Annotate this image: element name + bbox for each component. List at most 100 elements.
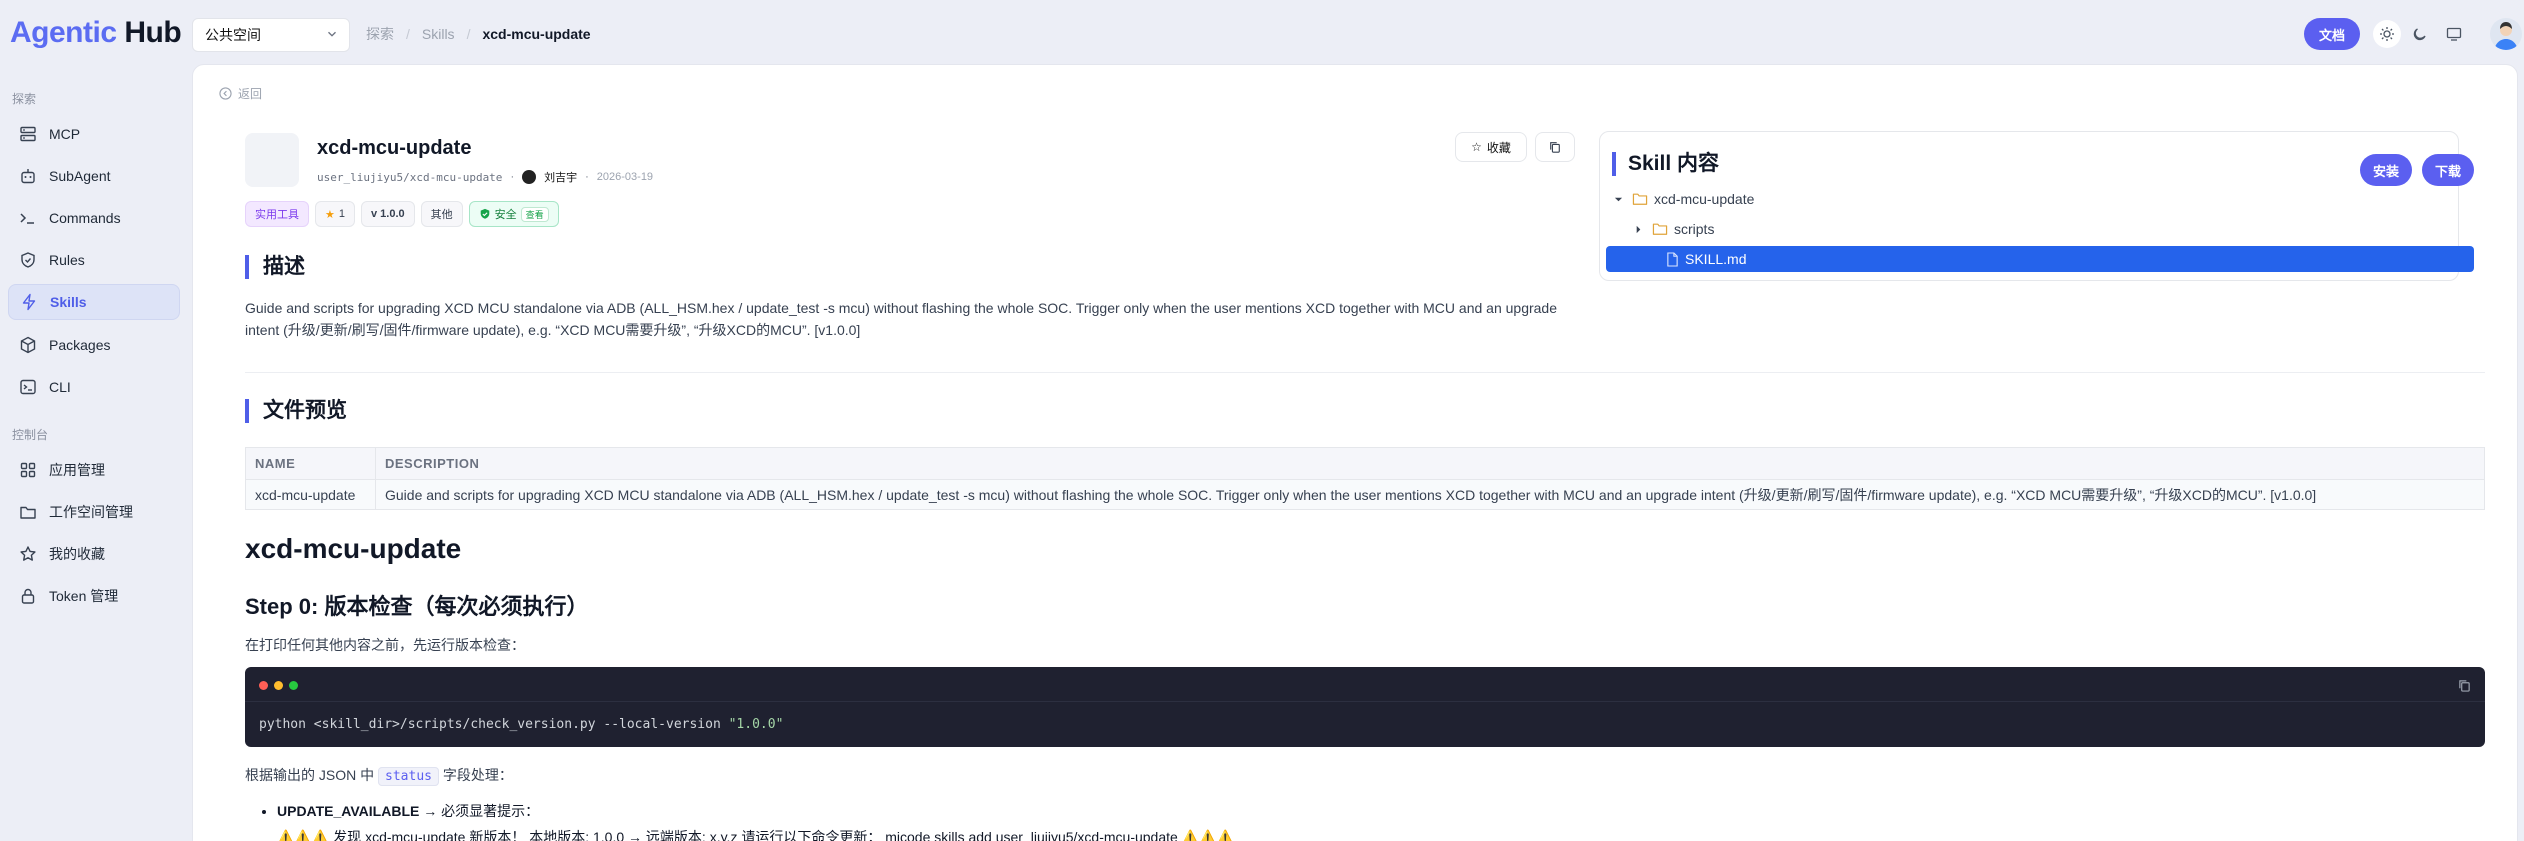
caret-right-icon — [1630, 225, 1646, 234]
code-copy-button[interactable] — [2458, 679, 2471, 695]
tree-item-skill-md[interactable]: SKILL.md — [1606, 246, 2474, 272]
lightning-icon — [22, 293, 36, 311]
column-header-name: NAME — [245, 447, 376, 480]
copy-icon — [1550, 142, 1560, 153]
shield-check-icon — [480, 208, 489, 219]
main-panel: 返回 xcd-mcu-update user_liujiyu5/xcd-mcu-… — [192, 64, 2518, 841]
star-outline-icon: ☆ — [1471, 140, 1482, 154]
workspace-select[interactable]: 公共空间 — [192, 18, 350, 52]
breadcrumb: 探索 / Skills / xcd-mcu-update — [366, 24, 591, 44]
divider — [245, 372, 2485, 373]
file-preview-table: NAME DESCRIPTION xcd-mcu-update Guide an… — [245, 447, 2485, 510]
column-header-description: DESCRIPTION — [375, 447, 2485, 480]
caret-down-icon — [1610, 195, 1626, 204]
author-avatar-icon — [522, 170, 537, 184]
file-preview-heading: 文件预览 — [245, 399, 347, 423]
sidebar-item-rules[interactable]: Rules — [8, 242, 180, 278]
markdown-list: UPDATE_AVAILABLE → 必须显著提示： ⚠️⚠️⚠️ 发现 xcd… — [277, 801, 1234, 841]
stars-tag: ★ 1 — [315, 201, 355, 227]
shield-icon — [21, 252, 35, 268]
skill-author[interactable]: 刘吉宇 — [544, 169, 577, 185]
sidebar-item-cli[interactable]: CLI — [8, 369, 180, 405]
terminal-prompt-icon — [20, 213, 34, 224]
markdown-paragraph: 在打印任何其他内容之前，先运行版本检查： — [245, 637, 525, 653]
sidebar-item-mcp[interactable]: MCP — [8, 116, 180, 152]
sidebar-item-favorites[interactable]: 我的收藏 — [8, 536, 180, 572]
user-icon — [2494, 22, 2518, 50]
system-theme-button[interactable] — [2440, 20, 2468, 48]
download-button[interactable]: 下载 — [2422, 154, 2474, 186]
install-button[interactable]: 安装 — [2360, 154, 2412, 186]
tree-item-scripts[interactable]: scripts — [1606, 216, 2474, 242]
skill-path: user_liujiyu5/xcd-mcu-update — [317, 170, 503, 184]
file-icon — [1667, 251, 1678, 267]
folder-icon — [20, 506, 36, 519]
chevron-down-icon — [328, 31, 336, 37]
category-tag[interactable]: 实用工具 — [245, 201, 309, 227]
version-tag: v 1.0.0 — [361, 201, 415, 227]
top-header: Agentic Hub 公共空间 探索 / Skills / xcd-mcu-u… — [0, 0, 2524, 66]
folder-icon — [1652, 223, 1668, 235]
user-avatar[interactable] — [2490, 18, 2522, 50]
table-row: xcd-mcu-update Guide and scripts for upg… — [245, 479, 2485, 510]
skill-thumbnail — [245, 133, 299, 187]
app-logo[interactable]: Agentic Hub — [10, 16, 182, 50]
sidebar-item-packages[interactable]: Packages — [8, 327, 180, 363]
sidebar-group-console: 控制台 — [12, 428, 49, 442]
sidebar-item-subagent[interactable]: SubAgent — [8, 158, 180, 194]
sidebar-item-app-management[interactable]: 应用管理 — [8, 452, 180, 488]
sun-icon — [2380, 27, 2394, 41]
markdown-h1: xcd-mcu-update — [245, 533, 462, 564]
robot-icon — [21, 169, 35, 184]
code-content: python <skill_dir>/scripts/check_version… — [259, 717, 784, 732]
grid-icon — [20, 462, 36, 478]
monitor-icon — [2446, 27, 2462, 41]
lock-icon — [21, 588, 35, 604]
skill-tags: 实用工具 ★ 1 v 1.0.0 其他 安全 查看 — [245, 201, 559, 227]
update-warning: ⚠️⚠️⚠️ 发现 xcd-mcu-update 新版本！ 本地版本: 1.0.… — [277, 829, 1234, 841]
sidebar-item-skills[interactable]: Skills — [8, 284, 180, 320]
light-theme-button[interactable] — [2373, 20, 2401, 48]
terminal-box-icon — [20, 379, 36, 395]
inline-code: status — [378, 767, 439, 786]
sidebar-item-workspace-management[interactable]: 工作空间管理 — [8, 494, 180, 530]
package-icon — [20, 336, 36, 354]
skill-content-title: Skill 内容 — [1612, 152, 1719, 176]
folder-icon — [1632, 193, 1648, 205]
tree-item-root[interactable]: xcd-mcu-update — [1606, 186, 2474, 212]
moon-icon — [2413, 28, 2426, 41]
skill-meta: user_liujiyu5/xcd-mcu-update · 刘吉宇 · 202… — [317, 169, 654, 185]
back-link[interactable]: 返回 — [219, 85, 262, 102]
description-heading: 描述 — [245, 255, 305, 279]
security-view-link[interactable]: 查看 — [520, 206, 549, 222]
cell-name: xcd-mcu-update — [245, 479, 376, 510]
cell-description: Guide and scripts for upgrading XCD MCU … — [375, 479, 2485, 510]
skill-date: 2026-03-19 — [596, 171, 654, 183]
star-filled-icon: ★ — [325, 208, 335, 221]
skill-description: Guide and scripts for upgrading XCD MCU … — [245, 300, 1557, 338]
breadcrumb-explore[interactable]: 探索 — [366, 24, 394, 44]
code-block: python <skill_dir>/scripts/check_version… — [245, 667, 2485, 747]
favorite-button[interactable]: ☆ 收藏 — [1455, 132, 1527, 162]
copy-button[interactable] — [1535, 132, 1575, 162]
dark-theme-button[interactable] — [2406, 20, 2434, 48]
security-tag[interactable]: 安全 查看 — [468, 201, 559, 227]
skill-content-panel: Skill 内容 安装 下载 xcd-mcu-update scripts SK… — [1599, 131, 2474, 281]
sidebar: 探索 MCP SubAgent Commands Rules Skills Pa… — [0, 66, 190, 841]
window-dots — [259, 681, 298, 690]
list-item: UPDATE_AVAILABLE → 必须显著提示： ⚠️⚠️⚠️ 发现 xcd… — [277, 801, 1234, 841]
sidebar-item-token-management[interactable]: Token 管理 — [8, 578, 180, 614]
markdown-h2: Step 0: 版本检查（每次必须执行） — [245, 594, 589, 619]
docs-button[interactable]: 文档 — [2304, 18, 2360, 50]
other-tag: 其他 — [420, 201, 463, 227]
star-icon — [20, 546, 36, 561]
breadcrumb-current: xcd-mcu-update — [482, 26, 591, 42]
skill-title: xcd-mcu-update — [317, 137, 472, 159]
server-icon — [20, 126, 36, 142]
sidebar-item-commands[interactable]: Commands — [8, 200, 180, 236]
copy-icon — [2459, 680, 2470, 692]
breadcrumb-skills[interactable]: Skills — [422, 26, 455, 42]
sidebar-group-explore: 探索 — [12, 92, 37, 106]
back-circle-icon — [219, 87, 232, 100]
markdown-paragraph-status: 根据输出的 JSON 中 status 字段处理： — [245, 767, 513, 786]
